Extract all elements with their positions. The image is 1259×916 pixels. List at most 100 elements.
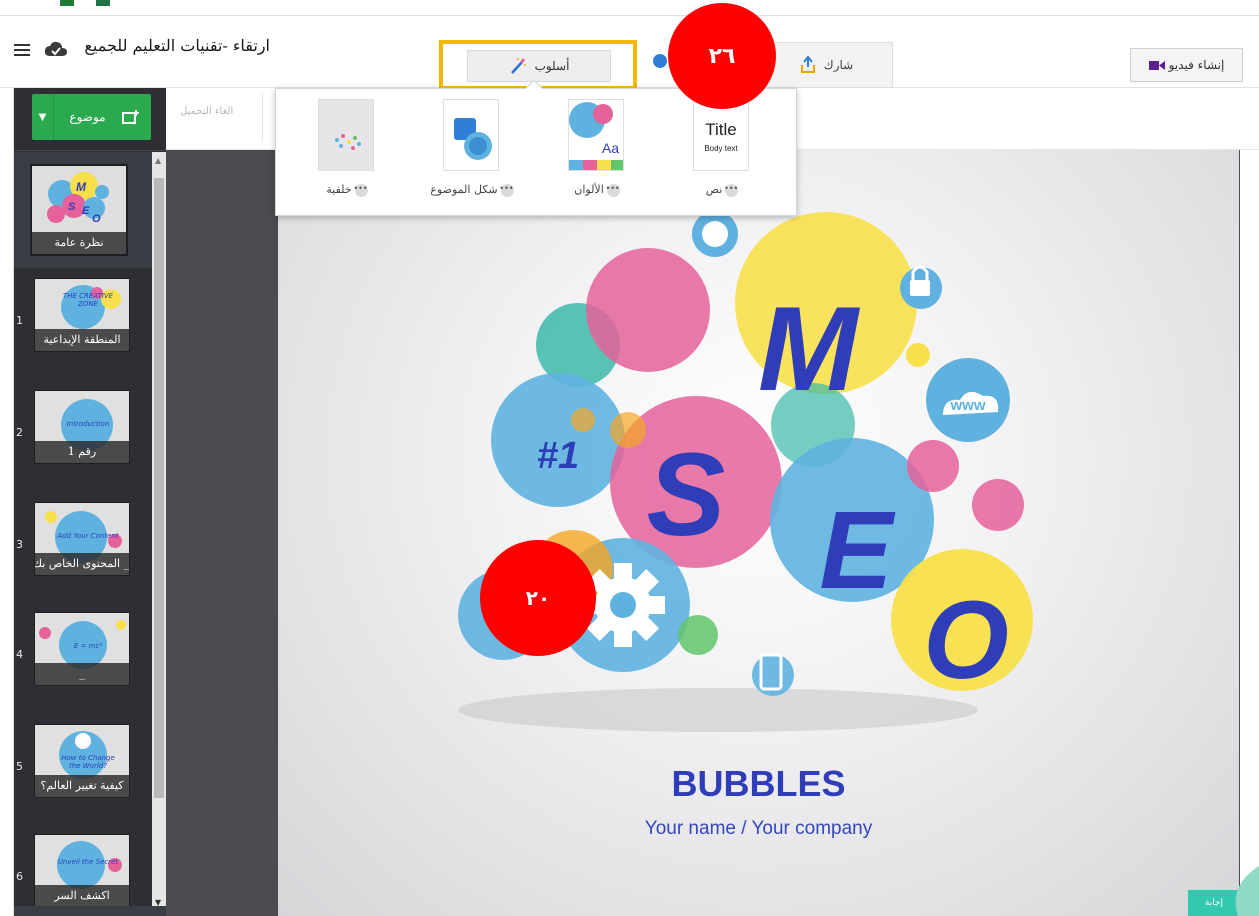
topic-shape-tile[interactable]	[443, 99, 499, 171]
slide-thumb-text: E = mc²	[73, 642, 103, 650]
sidebar-footer	[14, 906, 166, 916]
slide-preview[interactable]: E = mc² _	[34, 612, 130, 686]
sidebar-divider	[14, 150, 166, 151]
slide-thumb-text: Add Your Content	[57, 532, 119, 540]
slide-caption: _ المحتوى الخاص بك	[35, 553, 129, 575]
svg-text:O: O	[92, 213, 101, 225]
overview-thumbnail[interactable]: M S E O نظرة عامة	[30, 164, 128, 256]
app-icon	[60, 0, 74, 6]
svg-text:E: E	[82, 205, 90, 217]
presentation-title[interactable]: ارتقاء -تقنيات التعليم للجميع	[80, 36, 270, 55]
more-options-icon[interactable]: •••	[606, 183, 620, 197]
bubble-www-text: www	[949, 397, 985, 414]
slide-caption: كيفية تغيير العالم؟	[35, 775, 129, 797]
slide-preview[interactable]: How to Change the World? كيفية تغيير الع…	[34, 724, 130, 798]
collaborator-icon[interactable]	[653, 54, 667, 68]
slide-caption: _	[35, 663, 129, 685]
slide-preview[interactable]: THE CREATIVE ZONE المنطقة الإبداعية	[34, 278, 130, 352]
slide-thumbnail-6[interactable]: 6 Unveil the Secret اكشف السر	[14, 834, 152, 916]
style-option-background[interactable]: •••خلفية	[292, 99, 402, 209]
slide-caption: اكشف السر	[35, 885, 129, 907]
more-options-icon[interactable]: •••	[724, 183, 739, 197]
scroll-thumb[interactable]	[154, 178, 164, 798]
style-button-highlight: أسلوب	[439, 40, 637, 90]
background-tile[interactable]	[318, 99, 374, 171]
canvas-right-edge	[1240, 150, 1259, 916]
colors-option-label: •••الألوان	[574, 183, 620, 197]
bubble-letter-m: M	[758, 282, 861, 416]
style-button-label: أسلوب	[534, 59, 570, 73]
slide-thumbnail-2[interactable]: 2 Introduction رقم 1	[14, 390, 152, 490]
slide-thumbnail-5[interactable]: 5 How to Change the World? كيفية تغيير ا…	[14, 724, 152, 824]
slide-thumbnail-4[interactable]: 4 E = mc² _	[14, 612, 152, 712]
topic-shape-option-label: •••شكل الموضوع	[430, 183, 514, 197]
app-window: ارتقاء -تقنيات التعليم للجميع أسلوب شارك	[0, 0, 1259, 916]
more-options-icon[interactable]: •••	[353, 183, 368, 197]
cloud-sync-icon[interactable]	[44, 40, 68, 58]
slide-preview[interactable]: Introduction رقم 1	[34, 390, 130, 464]
slide-number: 3	[16, 538, 23, 551]
undo-import-link[interactable]: الغاء التحميل	[180, 106, 233, 117]
style-option-text[interactable]: Title Body text •••نص	[667, 99, 777, 209]
slide-canvas[interactable]: M S E O #1 www BUBBLES Your name / Your …	[278, 150, 1239, 916]
dropdown-caret-icon[interactable]: ▼	[32, 94, 54, 140]
bubble-letter-s: S	[647, 429, 726, 561]
slide-thumb-text: Introduction	[66, 420, 110, 428]
toolbar-divider	[262, 94, 263, 142]
overview-label: نظرة عامة	[32, 232, 126, 254]
topic-button-label: موضوع	[69, 110, 106, 124]
colors-tile[interactable]: Aa	[568, 99, 624, 171]
bubble-letter-o: O	[923, 579, 1009, 702]
magic-wand-icon	[510, 58, 526, 74]
slide-subtitle[interactable]: Your name / Your company	[278, 818, 1239, 840]
share-upload-icon	[800, 56, 815, 73]
browser-strip	[0, 0, 1259, 16]
style-option-topic-shape[interactable]: •••شكل الموضوع	[417, 99, 527, 209]
bubble-hash-text: #1	[537, 435, 579, 477]
svg-text:M: M	[76, 180, 87, 194]
sidebar-scrollbar[interactable]: ▲ ▼	[152, 152, 166, 916]
create-video-button[interactable]: إنشاء فيديو	[1130, 48, 1243, 82]
excel-icon	[96, 0, 110, 6]
slide-number: 2	[16, 426, 23, 439]
slide-preview[interactable]: Add Your Content _ المحتوى الخاص بك	[34, 502, 130, 576]
text-option-label: •••نص	[705, 183, 739, 197]
slide-thumb-text: THE CREATIVE ZONE	[62, 292, 114, 308]
text-tile[interactable]: Title Body text	[693, 99, 749, 171]
slide-thumb-text: How to Change the World?	[61, 754, 115, 770]
annotation-badge-style: ٢٦	[668, 3, 776, 109]
top-toolbar: ارتقاء -تقنيات التعليم للجميع أسلوب شارك	[0, 16, 1259, 90]
slide-thumbnail-1[interactable]: 1 THE CREATIVE ZONE المنطقة الإبداعية	[14, 278, 152, 378]
menu-icon[interactable]	[14, 44, 30, 56]
create-video-label: إنشاء فيديو	[1168, 58, 1225, 72]
more-options-icon[interactable]: •••	[499, 183, 514, 197]
share-button-label: شارك	[823, 58, 854, 72]
slide-thumbnail-3[interactable]: 3 Add Your Content _ المحتوى الخاص بك	[14, 502, 152, 602]
svg-text:S: S	[68, 201, 76, 213]
slide-number: 5	[16, 760, 23, 773]
overview-item[interactable]: M S E O نظرة عامة	[14, 152, 152, 268]
slide-number: 4	[16, 648, 23, 661]
style-option-colors[interactable]: Aa •••الألوان	[542, 99, 652, 209]
slide-caption: رقم 1	[35, 441, 129, 463]
slide-number: 1	[16, 314, 23, 327]
background-option-label: •••خلفية	[326, 183, 368, 197]
left-margin	[0, 88, 14, 916]
style-button[interactable]: أسلوب	[467, 50, 611, 82]
topic-shape-tile-art	[454, 118, 492, 160]
slide-title[interactable]: BUBBLES	[278, 763, 1239, 805]
text-tile-body: Body text	[704, 144, 738, 153]
colors-tile-art	[569, 100, 623, 170]
colors-tile-text: Aa	[601, 140, 619, 156]
slide-number: 6	[16, 870, 23, 883]
background-tile-art	[319, 100, 373, 170]
share-button[interactable]: شارك	[760, 42, 893, 88]
text-tile-title: Title	[705, 120, 737, 139]
slide-sidebar: ▼ موضوع M S E O نظرة عامة 1 THE CREATIVE…	[14, 88, 166, 916]
topic-button[interactable]: ▼ موضوع	[32, 94, 151, 140]
scroll-up-icon[interactable]: ▲	[155, 156, 161, 165]
add-topic-icon	[122, 110, 139, 124]
slide-preview[interactable]: Unveil the Secret اكشف السر	[34, 834, 130, 908]
slide-caption: المنطقة الإبداعية	[35, 329, 129, 351]
slide-thumb-text: Unveil the Secret	[57, 858, 119, 866]
